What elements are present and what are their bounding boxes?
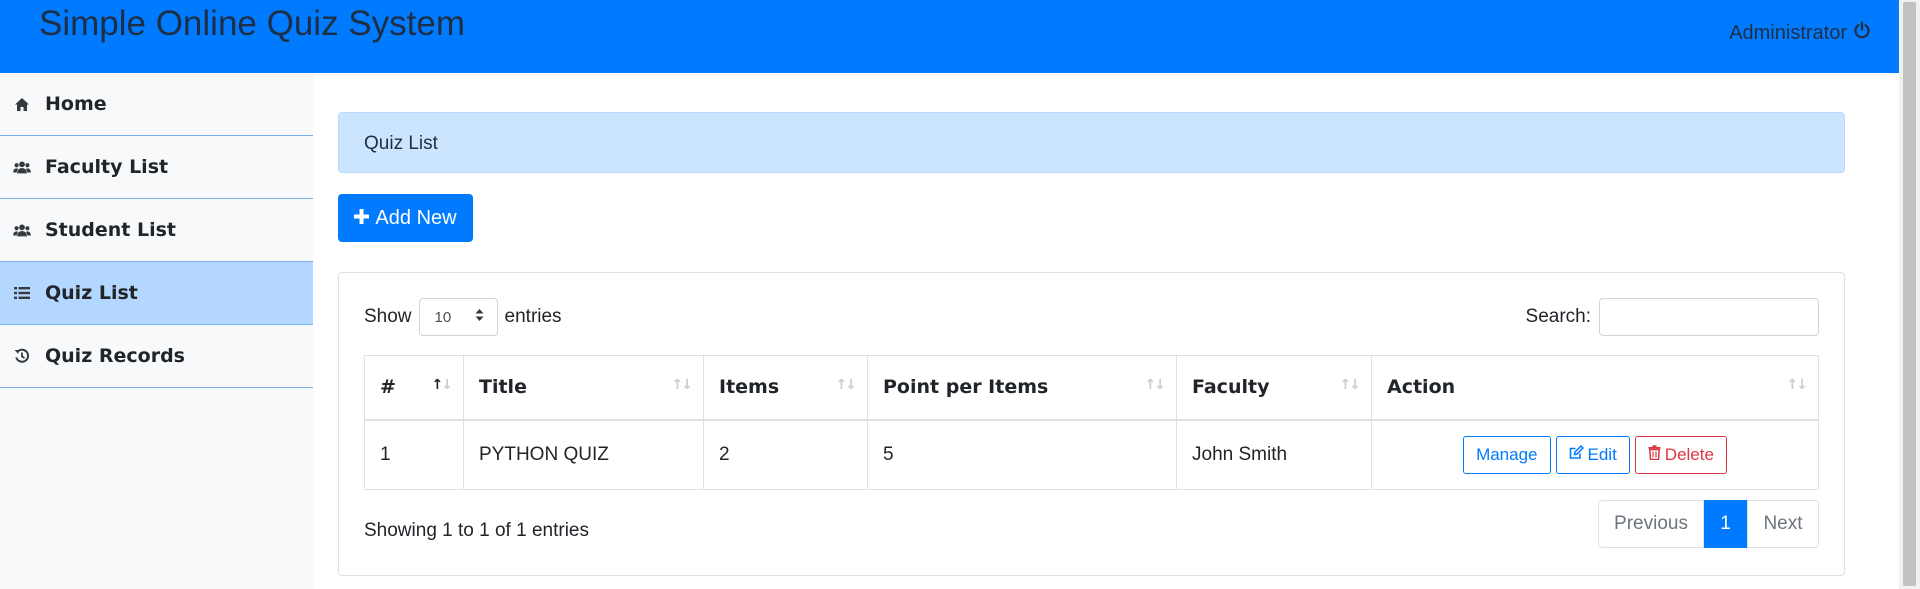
search-control: Search:	[1526, 298, 1819, 336]
top-navbar: Simple Online Quiz System Administrator	[0, 0, 1899, 73]
power-icon[interactable]	[1853, 21, 1871, 45]
column-header-title[interactable]: Title ↑↓	[463, 355, 704, 421]
column-header-points[interactable]: Point per Items ↑↓	[867, 355, 1177, 421]
sort-icon: ↑↓	[431, 377, 453, 393]
sidebar-item-quiz-list[interactable]: Quiz List	[0, 262, 313, 325]
column-header-action[interactable]: Action ↑↓	[1371, 355, 1819, 421]
user-name: Administrator	[1729, 21, 1847, 44]
next-page-button[interactable]: Next	[1747, 500, 1819, 548]
sidebar-item-faculty-list[interactable]: Faculty List	[0, 136, 313, 199]
sidebar-item-label: Student List	[45, 219, 177, 241]
quiz-table-card: Show 10 entries Search: # ↑↓ Title ↑↓ It…	[338, 272, 1845, 576]
sidebar: Home Faculty List Student List Quiz List…	[0, 73, 313, 589]
sidebar-item-home[interactable]: Home	[0, 73, 313, 136]
sidebar-item-student-list[interactable]: Student List	[0, 199, 313, 262]
edit-button[interactable]: Edit	[1555, 435, 1630, 474]
search-label: Search:	[1525, 306, 1591, 327]
sidebar-item-quiz-records[interactable]: Quiz Records	[0, 325, 313, 388]
show-label: Show	[364, 306, 412, 327]
app-title: Simple Online Quiz System	[39, 4, 465, 43]
cell-title: PYTHON QUIZ	[463, 419, 704, 490]
scrollbar-thumb[interactable]	[1903, 2, 1916, 586]
previous-page-button[interactable]: Previous	[1598, 500, 1704, 548]
column-header-faculty[interactable]: Faculty ↑↓	[1176, 355, 1372, 421]
cell-points: 5	[867, 419, 1177, 490]
page-length-select[interactable]: 10	[418, 298, 498, 336]
sidebar-item-label: Faculty List	[45, 156, 169, 178]
user-menu[interactable]: Administrator	[1729, 21, 1871, 45]
sidebar-item-label: Quiz Records	[45, 345, 185, 367]
row-actions: Manage Edit Delete	[1387, 435, 1803, 474]
quiz-table: # ↑↓ Title ↑↓ Items ↑↓ Point per Items ↑…	[364, 355, 1819, 490]
page-1-button[interactable]: 1	[1704, 500, 1747, 548]
add-new-label: Add New	[375, 206, 457, 229]
manage-button[interactable]: Manage	[1463, 435, 1551, 474]
page-title: Quiz List	[338, 112, 1845, 173]
users-icon	[13, 221, 31, 239]
cell-faculty: John Smith	[1176, 419, 1372, 490]
page-length-value: 10	[434, 308, 452, 326]
sort-icon: ↑↓	[671, 377, 694, 393]
home-icon	[13, 95, 31, 113]
list-icon	[13, 284, 31, 302]
sidebar-item-label: Home	[45, 93, 107, 115]
table-header-row: # ↑↓ Title ↑↓ Items ↑↓ Point per Items ↑…	[364, 355, 1819, 421]
sort-icon: ↑↓	[1339, 377, 1362, 393]
plus-icon	[354, 207, 370, 230]
sort-icon: ↑↓	[835, 377, 858, 393]
sort-icon: ↑↓	[1144, 377, 1167, 393]
search-input[interactable]	[1599, 298, 1819, 336]
cell-items: 2	[703, 419, 868, 490]
scrollbar[interactable]	[1899, 0, 1920, 589]
page-length-control: Show 10 entries	[364, 298, 562, 336]
delete-button[interactable]: Delete	[1634, 435, 1727, 474]
pagination: Previous 1 Next	[1598, 500, 1819, 548]
cell-actions: Manage Edit Delete	[1371, 419, 1819, 490]
table-info: Showing 1 to 1 of 1 entries	[364, 520, 589, 541]
select-arrows-icon	[475, 308, 484, 326]
history-icon	[13, 347, 31, 365]
cell-number: 1	[364, 419, 464, 490]
column-header-number[interactable]: # ↑↓	[364, 355, 464, 421]
trash-icon	[1648, 445, 1661, 465]
sort-icon: ↑↓	[1786, 377, 1809, 393]
users-icon	[13, 158, 31, 176]
edit-icon	[1569, 444, 1584, 465]
main-content: Quiz List Add New Show 10 entries Search…	[313, 73, 1899, 589]
entries-label: entries	[504, 306, 562, 327]
sidebar-item-label: Quiz List	[45, 282, 138, 304]
add-new-button[interactable]: Add New	[338, 194, 473, 242]
column-header-items[interactable]: Items ↑↓	[703, 355, 868, 421]
table-row: 1 PYTHON QUIZ 2 5 John Smith Manage Edit…	[364, 419, 1819, 490]
